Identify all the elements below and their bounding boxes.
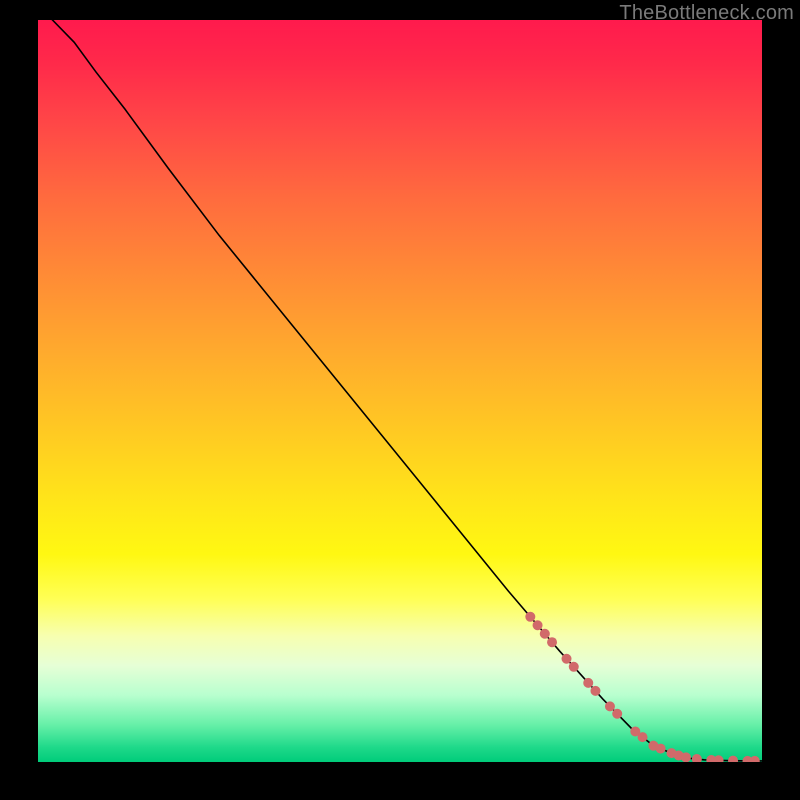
data-marker — [569, 662, 579, 672]
data-marker — [681, 752, 691, 762]
data-marker — [612, 709, 622, 719]
data-marker — [525, 612, 535, 622]
data-marker — [590, 686, 600, 696]
chart-svg — [38, 20, 762, 762]
data-marker — [562, 654, 572, 664]
data-marker — [533, 620, 543, 630]
curve-line — [38, 20, 762, 761]
chart-frame: TheBottleneck.com — [0, 0, 800, 800]
marker-group — [525, 612, 759, 762]
data-marker — [540, 629, 550, 639]
data-marker — [728, 756, 738, 762]
data-marker — [638, 732, 648, 742]
data-marker — [750, 756, 760, 762]
data-marker — [656, 744, 666, 754]
data-marker — [714, 755, 724, 762]
plot-area — [38, 20, 762, 762]
data-marker — [547, 637, 557, 647]
data-marker — [692, 754, 702, 762]
data-marker — [605, 701, 615, 711]
data-marker — [583, 678, 593, 688]
